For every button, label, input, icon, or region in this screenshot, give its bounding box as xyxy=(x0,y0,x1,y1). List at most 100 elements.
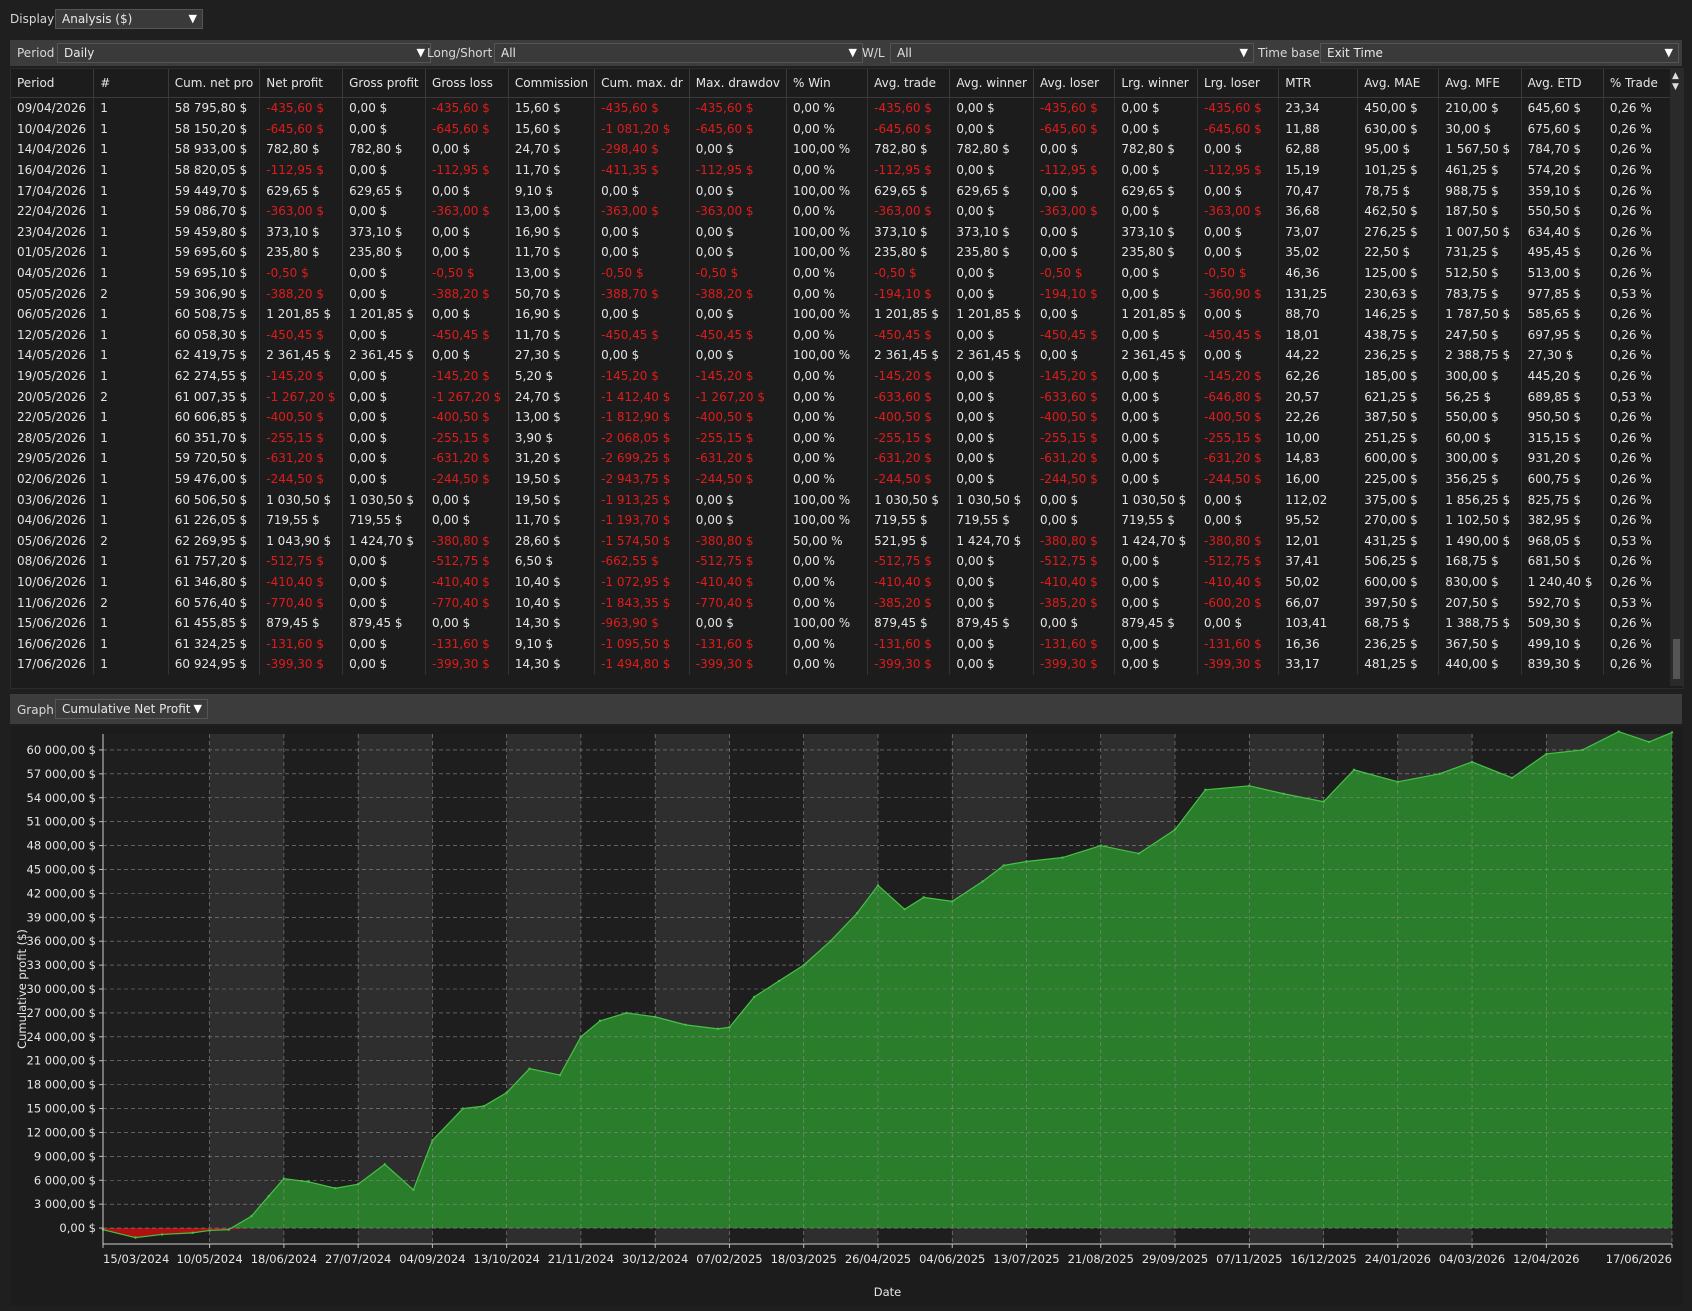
column-header[interactable]: Net profit xyxy=(259,69,344,98)
table-cell: 1 030,50 $ xyxy=(949,489,1034,510)
table-cell: 0,00 $ xyxy=(1197,303,1280,325)
table-row[interactable]: 29/05/2026 1 59 720,50 $ -631,20 $0,00 $ -63… xyxy=(11,448,1683,469)
table-row[interactable]: 11/06/2026 2 60 576,40 $ -770,40 $0,00 $ -77… xyxy=(11,592,1683,613)
table-cell: 11,70 $ xyxy=(508,324,596,346)
table-cell: 1 xyxy=(93,200,169,222)
column-header[interactable]: Gross loss xyxy=(425,69,509,98)
column-header[interactable]: MTR xyxy=(1278,69,1359,98)
table-cell: 431,25 $ xyxy=(1357,530,1440,552)
longshort-select[interactable]: All ▼ xyxy=(494,43,863,63)
data-point xyxy=(855,912,859,915)
scroll-up-icon[interactable]: ▲ xyxy=(1672,71,1679,81)
table-cell: 0,00 $ xyxy=(1114,427,1199,449)
table-row[interactable]: 09/04/2026 1 58 795,80 $ -435,60 $0,00 $ -43… xyxy=(11,97,1683,119)
filter-bar: Period Daily ▼ Long/Short All ▼ W/L All ▼ T… xyxy=(10,40,1682,66)
table-row[interactable]: 03/06/2026 1 60 506,50 $1 030,50 $1 030,50… xyxy=(11,489,1683,510)
table-cell: 0,00 % xyxy=(786,448,869,469)
table-row[interactable]: 28/05/2026 1 60 351,70 $ -255,15 $0,00 $ -25… xyxy=(11,427,1683,449)
column-header[interactable]: # xyxy=(93,69,169,98)
column-header[interactable]: Period xyxy=(11,69,95,98)
table-cell: 2 361,45 $ xyxy=(867,345,951,366)
table-row[interactable]: 01/05/2026 1 59 695,60 $235,80 $235,80 $0,… xyxy=(11,242,1683,263)
table-row[interactable]: 15/06/2026 1 61 455,85 $879,45 $879,45 $0,… xyxy=(11,612,1683,634)
column-header[interactable]: % Win xyxy=(786,69,869,98)
table-row[interactable]: 23/04/2026 1 59 459,80 $373,10 $373,10 $0,… xyxy=(11,221,1683,243)
table-cell: -770,40 $ xyxy=(259,592,344,613)
table-cell: 1 xyxy=(93,345,169,366)
column-header[interactable]: Max. drawdov xyxy=(689,69,787,98)
column-header[interactable]: Commission xyxy=(508,69,596,98)
table-cell: 235,80 $ xyxy=(1114,242,1199,263)
chevron-down-icon: ▼ xyxy=(848,46,857,59)
table-row[interactable]: 02/06/2026 1 59 476,00 $ -244,50 $0,00 $ -24… xyxy=(11,468,1683,490)
table-cell: 0,00 $ xyxy=(689,612,787,634)
column-header[interactable]: Avg. MFE xyxy=(1438,69,1522,98)
table-cell: -633,60 $ xyxy=(1033,386,1116,407)
table-row[interactable]: 04/05/2026 1 59 695,10 $ -0,50 $0,00 $ -0,50… xyxy=(11,262,1683,284)
table-cell: 784,70 $ xyxy=(1521,139,1604,160)
longshort-label: Long/Short xyxy=(427,46,493,60)
table-row[interactable]: 14/04/2026 1 58 933,00 $782,80 $782,80 $0,… xyxy=(11,139,1683,160)
graph-select[interactable]: Cumulative Net Profit ▼ xyxy=(55,699,208,719)
table-cell: 1 xyxy=(93,571,169,593)
table-row[interactable]: 20/05/2026 2 61 007,35 $ -1 267,20 $0,00 $ -… xyxy=(11,386,1683,407)
table-row[interactable]: 10/04/2026 1 58 150,20 $ -645,60 $0,00 $ -64… xyxy=(11,118,1683,140)
column-header[interactable]: Cum. max. dr xyxy=(594,69,690,98)
table-cell: 0,00 $ xyxy=(1114,633,1199,655)
table-cell: 783,75 $ xyxy=(1438,283,1522,304)
period-select[interactable]: Daily ▼ xyxy=(57,43,431,63)
table-cell: 0,00 $ xyxy=(1114,551,1199,572)
table-row[interactable]: 19/05/2026 1 62 274,55 $ -145,20 $0,00 $ -14… xyxy=(11,365,1683,387)
table-row[interactable]: 12/05/2026 1 60 058,30 $ -450,45 $0,00 $ -45… xyxy=(11,324,1683,346)
table-cell: -1 812,90 $ xyxy=(594,406,690,428)
table-cell: 168,75 $ xyxy=(1438,551,1522,572)
table-row[interactable]: 16/04/2026 1 58 820,05 $ -112,95 $0,00 $ -11… xyxy=(11,159,1683,181)
table-row[interactable]: 10/06/2026 1 61 346,80 $ -410,40 $0,00 $ -41… xyxy=(11,571,1683,593)
scroll-thumb[interactable] xyxy=(1673,639,1680,679)
scroll-down-icon[interactable]: ▼ xyxy=(1672,82,1679,92)
column-header[interactable]: Cum. net pro xyxy=(168,69,261,98)
display-select[interactable]: Analysis ($) ▼ xyxy=(55,9,203,29)
table-cell: 16,00 xyxy=(1278,468,1359,490)
column-header[interactable]: Avg. ETD xyxy=(1521,69,1604,98)
table-row[interactable]: 05/05/2026 2 59 306,90 $ -388,20 $0,00 $ -38… xyxy=(11,283,1683,304)
table-cell: 0,00 $ xyxy=(949,386,1034,407)
timebase-select[interactable]: Exit Time ▼ xyxy=(1320,43,1679,63)
table-cell: 600,75 $ xyxy=(1521,468,1604,490)
period-select-value: Daily xyxy=(64,46,95,60)
table-scrollbar[interactable]: ▲ ▼ xyxy=(1670,69,1683,686)
column-header[interactable]: Lrg. loser xyxy=(1197,69,1280,98)
table-cell: -646,80 $ xyxy=(1197,386,1280,407)
table-cell: 22/04/2026 xyxy=(11,200,95,222)
table-row[interactable]: 17/04/2026 1 59 449,70 $629,65 $629,65 $0,… xyxy=(11,180,1683,201)
column-header[interactable]: Avg. trade xyxy=(867,69,951,98)
table-cell: -244,50 $ xyxy=(259,468,344,490)
table-row[interactable]: 06/05/2026 1 60 508,75 $1 201,85 $1 201,85… xyxy=(11,303,1683,325)
table-cell: 62,26 xyxy=(1278,365,1359,387)
table-row[interactable]: 08/06/2026 1 61 757,20 $ -512,75 $0,00 $ -51… xyxy=(11,551,1683,572)
table-cell: 0,00 % xyxy=(786,262,869,284)
table-cell: 1 388,75 $ xyxy=(1438,612,1522,634)
column-header[interactable]: Lrg. winner xyxy=(1114,69,1199,98)
table-row[interactable]: 05/06/2026 2 62 269,95 $1 043,90 $1 424,70… xyxy=(11,530,1683,552)
table-row[interactable]: 22/04/2026 1 59 086,70 $ -363,00 $0,00 $ -36… xyxy=(11,200,1683,222)
column-header[interactable]: Avg. MAE xyxy=(1357,69,1440,98)
table-cell: -410,40 $ xyxy=(425,571,509,593)
table-row[interactable]: 16/06/2026 1 61 324,25 $ -131,60 $0,00 $ -13… xyxy=(11,633,1683,655)
table-cell: -388,20 $ xyxy=(425,283,509,304)
table-row[interactable]: 04/06/2026 1 61 226,05 $719,55 $719,55 $0,… xyxy=(11,509,1683,531)
table-cell: 20/05/2026 xyxy=(11,386,95,407)
table-cell: -363,00 $ xyxy=(1033,200,1116,222)
table-cell: 61 757,20 $ xyxy=(168,551,261,572)
table-row[interactable]: 22/05/2026 1 60 606,85 $ -400,50 $0,00 $ -40… xyxy=(11,406,1683,428)
column-header[interactable]: Avg. winner xyxy=(949,69,1034,98)
column-header[interactable]: Avg. loser xyxy=(1033,69,1116,98)
y-axis-title: Cumulative profit ($) xyxy=(15,929,29,1049)
table-row[interactable]: 14/05/2026 1 62 419,75 $2 361,45 $2 361,45… xyxy=(11,345,1683,366)
data-point xyxy=(981,880,984,883)
table-row[interactable]: 17/06/2026 1 60 924,95 $ -399,30 $0,00 $ -39… xyxy=(11,654,1683,675)
table-cell: -0,50 $ xyxy=(425,262,509,284)
column-header[interactable]: Gross profit xyxy=(342,69,427,98)
y-tick-label: 0,00 $ xyxy=(59,1221,96,1235)
wl-select[interactable]: All ▼ xyxy=(890,43,1254,63)
